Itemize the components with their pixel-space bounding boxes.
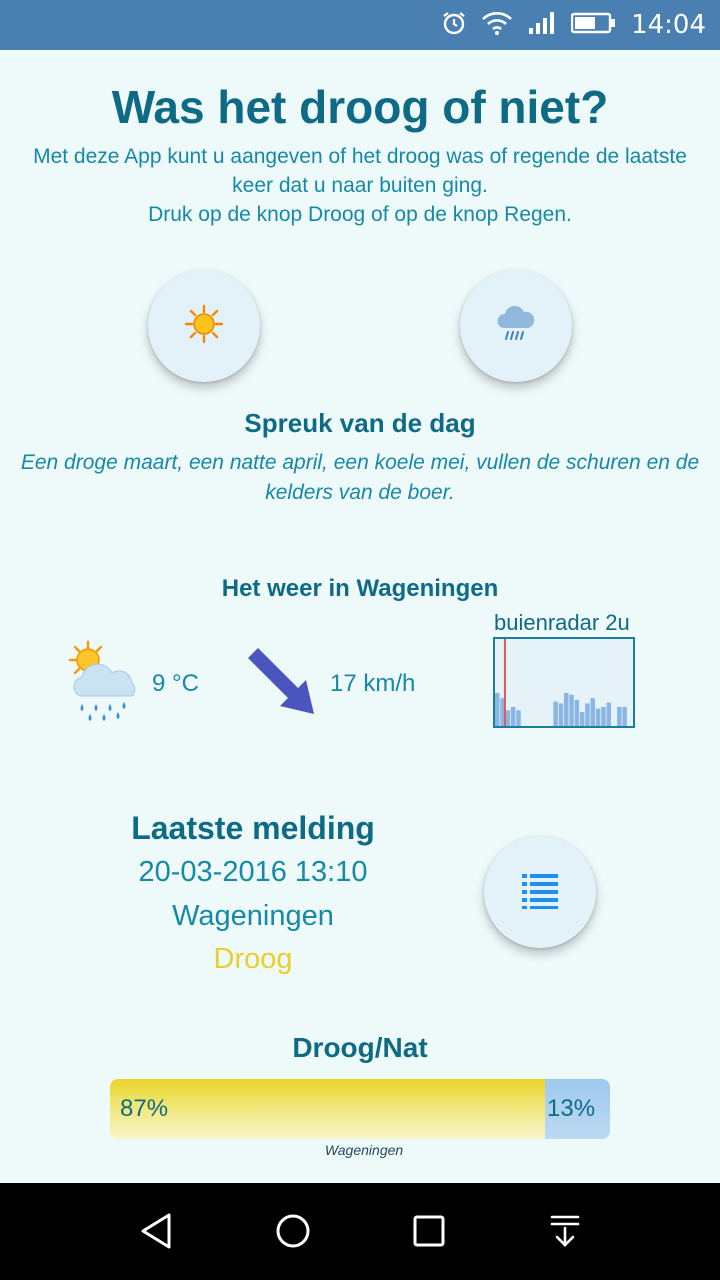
radar-bar xyxy=(590,698,595,726)
radar-bar xyxy=(564,692,569,726)
radar-bar xyxy=(585,703,590,726)
intro-text: Met deze App kunt u aangeven of het droo… xyxy=(20,142,700,229)
last-report-location: Wageningen xyxy=(172,900,334,932)
wind-speed: 17 km/h xyxy=(330,670,416,697)
last-report-title: Laatste melding xyxy=(131,810,375,846)
radar-label: buienradar 2u xyxy=(494,610,630,635)
radar-bar xyxy=(579,712,585,726)
temperature: 9 °C xyxy=(152,670,199,697)
last-report-datetime: 20-03-2016 13:10 xyxy=(138,856,368,888)
page-title: Was het droog of niet? xyxy=(111,81,609,133)
intro-line-2: Druk op de knop Droog of op de knop Rege… xyxy=(148,203,572,226)
radar-bar xyxy=(569,694,574,726)
spreuk-text: Een droge maart, een natte april, een ko… xyxy=(20,451,700,504)
radar-bar xyxy=(595,708,601,726)
back-icon[interactable] xyxy=(137,1211,177,1251)
radar-bar xyxy=(553,701,558,726)
last-report-status: Droog xyxy=(213,943,293,975)
dry-wet-title: Droog/Nat xyxy=(292,1032,428,1063)
wet-segment: 13% xyxy=(545,1079,610,1139)
radar-bar xyxy=(622,706,627,726)
recents-icon[interactable] xyxy=(409,1211,449,1251)
radar-bar xyxy=(617,706,622,726)
clock: 14:04 xyxy=(631,10,706,40)
dry-button[interactable] xyxy=(148,270,260,382)
list-icon xyxy=(520,870,560,915)
radar-bar xyxy=(601,706,606,726)
radar-bar xyxy=(505,710,511,726)
wet-percentage: 13% xyxy=(547,1095,596,1122)
battery-icon xyxy=(570,11,617,40)
rain-cloud-icon xyxy=(494,304,538,349)
radar-bar xyxy=(510,706,516,726)
wind-arrow-southeast-icon xyxy=(244,646,320,723)
radar-bar xyxy=(495,692,500,726)
radar-chart-svg xyxy=(495,639,627,726)
notifications-pull-down-icon[interactable] xyxy=(545,1211,585,1251)
sun-cloud-rain-icon xyxy=(62,640,146,731)
rain-radar-chart[interactable] xyxy=(493,637,635,728)
dry-percentage: 87% xyxy=(120,1095,169,1122)
radar-bar xyxy=(558,703,564,726)
weather-title: Het weer in Wageningen xyxy=(221,575,499,602)
rain-button[interactable] xyxy=(460,270,572,382)
alarm-icon xyxy=(441,10,467,41)
wifi-icon xyxy=(481,10,513,41)
radar-bar xyxy=(574,699,580,726)
dry-segment: 87% xyxy=(110,1079,545,1139)
navigation-bar xyxy=(0,1183,720,1280)
intro-line-1: Met deze App kunt u aangeven of het droo… xyxy=(33,145,687,197)
home-icon[interactable] xyxy=(273,1211,313,1251)
radar-bar xyxy=(606,702,611,726)
status-bar: 14:04 xyxy=(0,0,720,50)
radar-bar xyxy=(516,710,521,726)
dry-wet-location: Wageningen xyxy=(324,1142,404,1158)
sun-icon xyxy=(184,304,224,349)
main-content: Was het droog of niet? Met deze App kunt… xyxy=(0,50,720,1183)
dry-wet-bar: 87% 13% xyxy=(110,1079,610,1139)
history-list-button[interactable] xyxy=(484,836,596,948)
signal-icon xyxy=(527,10,557,41)
spreuk-title: Spreuk van de dag xyxy=(244,408,476,438)
